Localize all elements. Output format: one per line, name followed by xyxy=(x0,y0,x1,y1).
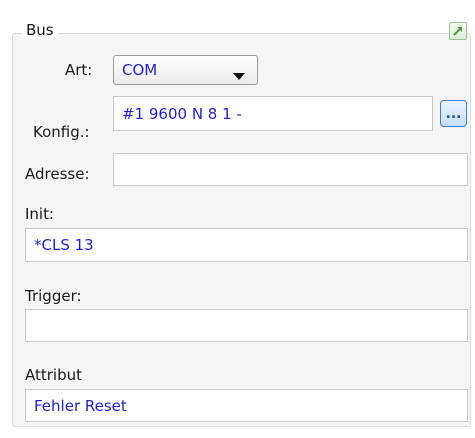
bus-group-title: Bus xyxy=(22,21,58,39)
konfig-value: #1 9600 N 8 1 - xyxy=(122,104,242,123)
konfig-browse-button[interactable]: ... xyxy=(440,100,467,127)
dropdown-arrow-icon xyxy=(233,67,245,85)
trigger-field[interactable] xyxy=(25,309,468,342)
art-label: Art: xyxy=(65,61,93,79)
trigger-label: Trigger: xyxy=(25,287,82,305)
art-select-value: COM xyxy=(122,61,158,79)
attribut-label: Attribut xyxy=(25,366,83,384)
konfig-label: Konfig.: xyxy=(33,123,90,141)
adresse-label: Adresse: xyxy=(25,165,90,183)
art-select[interactable]: COM xyxy=(113,55,258,85)
init-label: Init: xyxy=(25,205,55,223)
expand-arrow-icon[interactable] xyxy=(449,22,467,40)
init-field[interactable]: *CLS 13 xyxy=(25,228,468,262)
attribut-field[interactable]: Fehler Reset xyxy=(25,389,468,422)
konfig-field[interactable]: #1 9600 N 8 1 - xyxy=(113,96,433,131)
attribut-value: Fehler Reset xyxy=(34,396,127,415)
init-value: *CLS 13 xyxy=(34,236,94,254)
adresse-field[interactable] xyxy=(113,153,468,186)
